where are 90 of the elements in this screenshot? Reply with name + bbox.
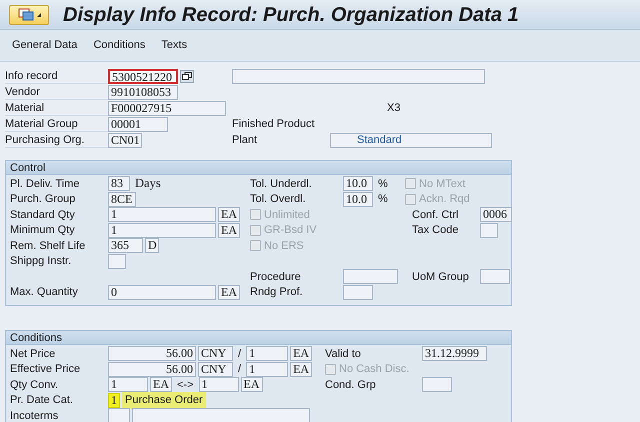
input-field[interactable]: 31.12.9999: [422, 346, 487, 362]
input-field[interactable]: EA: [218, 284, 240, 300]
unit-text: Days: [134, 175, 162, 192]
input-field[interactable]: 1: [246, 362, 288, 377]
input-field[interactable]: [480, 222, 498, 238]
field-label: Valid to: [325, 348, 361, 360]
field-label: Shippg Instr.: [10, 255, 72, 267]
field-label: Pr. Date Cat.: [10, 394, 73, 406]
input-field[interactable]: EA: [290, 346, 312, 362]
copy-icon: [182, 72, 192, 80]
input-field[interactable]: EA: [240, 377, 263, 392]
input-field[interactable]: CNY: [198, 346, 233, 362]
input-field[interactable]: 1: [198, 377, 239, 392]
section-title: Conditions: [6, 331, 511, 345]
checkbox-label: Ackn. Rqd: [419, 192, 470, 207]
input-field[interactable]: [343, 284, 373, 300]
input-field[interactable]: 83: [108, 176, 130, 192]
input-field[interactable]: 1: [108, 222, 216, 238]
input-field[interactable]: [108, 254, 126, 269]
material-group-text: Finished Product: [232, 116, 315, 132]
unit-text: %: [377, 176, 389, 192]
checkbox-label: No ERS: [264, 238, 304, 254]
input-field[interactable]: [132, 408, 310, 422]
checkbox-label: GR-Bsd IV: [264, 223, 317, 238]
field-label: Rem. Shelf Life: [10, 240, 86, 252]
field-label: Purch. Group: [10, 193, 76, 205]
unit-text: /: [237, 362, 242, 377]
input-field[interactable]: EA: [218, 207, 240, 222]
input-field[interactable]: 1: [108, 207, 216, 222]
field-label: UoM Group: [412, 270, 470, 284]
input-field[interactable]: F000027915: [108, 100, 226, 116]
copy-button[interactable]: [180, 70, 194, 82]
field-label: Tax Code: [412, 223, 460, 238]
input-field[interactable]: Standard: [330, 132, 492, 148]
screen-icon: [18, 8, 34, 21]
section-title: Control: [6, 161, 511, 175]
input-field[interactable]: CN01: [108, 132, 142, 148]
field-label: Tol. Underdl.: [250, 178, 312, 190]
checkbox-label: No Cash Disc.: [339, 362, 410, 377]
input-field[interactable]: [480, 269, 510, 284]
input-field[interactable]: 1: [108, 392, 120, 408]
checkbox-label: Unlimited: [264, 208, 310, 222]
checkbox-label: No MText: [419, 176, 466, 192]
input-field[interactable]: 0006: [480, 207, 512, 222]
input-field[interactable]: 5300521220: [108, 68, 178, 84]
field-label: Pl. Deliv. Time: [10, 178, 80, 190]
toolbar-button[interactable]: Conditions: [87, 36, 152, 56]
material-description: X3: [387, 100, 400, 116]
input-field[interactable]: [343, 269, 398, 284]
input-field[interactable]: EA: [290, 362, 312, 377]
unit-text: %: [377, 192, 389, 207]
toolbar-button[interactable]: Texts: [155, 36, 194, 56]
input-field[interactable]: [422, 377, 452, 392]
input-field[interactable]: 1: [108, 377, 148, 392]
field-label: Procedure: [250, 270, 301, 282]
field-label: Incoterms: [10, 410, 58, 422]
field-label: Plant: [232, 132, 258, 148]
field-label: Net Price: [10, 348, 56, 360]
field-label: Qty Conv.: [10, 378, 58, 390]
window-title: Display Info Record: Purch. Organization Data 1: [63, 2, 519, 28]
unit-text: <->: [176, 378, 195, 392]
input-field[interactable]: 00001: [108, 116, 168, 132]
input-field[interactable]: [232, 68, 485, 84]
input-field[interactable]: D: [145, 238, 159, 254]
field-label: Standard Qty: [10, 208, 75, 220]
caret-icon: [36, 12, 40, 16]
field-label: Cond. Grp: [325, 378, 376, 390]
input-field[interactable]: CNY: [198, 362, 233, 377]
unit-text: /: [237, 346, 242, 362]
field-label: Conf. Ctrl: [412, 208, 460, 222]
input-field[interactable]: EA: [218, 222, 240, 238]
input-field[interactable]: 1: [246, 346, 288, 362]
input-field[interactable]: 9910108053: [108, 84, 178, 100]
field-label: Minimum Qty: [10, 224, 75, 236]
field-label: Rndg Prof.: [250, 286, 303, 298]
input-field[interactable]: 10.0: [343, 176, 373, 192]
input-field[interactable]: [108, 408, 130, 422]
field-label: Effective Price: [10, 363, 80, 375]
unit-text: Purchase Order: [122, 392, 206, 408]
input-field[interactable]: 8CE: [108, 192, 136, 207]
menu-button[interactable]: [9, 4, 49, 24]
input-field[interactable]: 10.0: [343, 192, 373, 207]
toolbar-button[interactable]: General Data: [6, 36, 84, 56]
field-label: Tol. Overdl.: [250, 193, 306, 205]
input-field[interactable]: 56.00: [108, 362, 196, 377]
field-label: Max. Quantity: [10, 286, 78, 298]
input-field[interactable]: 0: [108, 284, 216, 300]
input-field[interactable]: 365: [108, 238, 143, 254]
input-field[interactable]: 56.00: [108, 346, 196, 362]
input-field[interactable]: EA: [150, 377, 172, 392]
